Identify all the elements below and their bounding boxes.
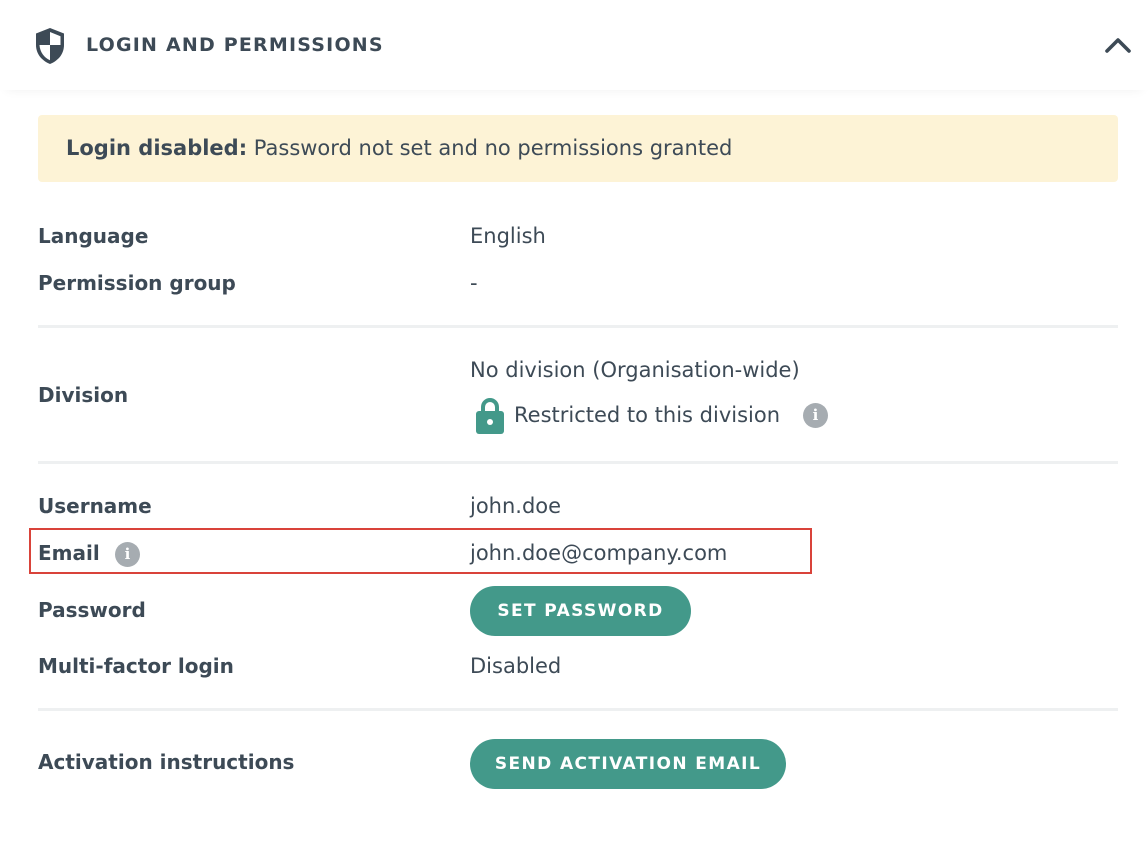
- divider: [38, 325, 1118, 328]
- send-activation-email-button[interactable]: SEND ACTIVATION EMAIL: [470, 739, 786, 789]
- alert-message: Password not set and no permissions gran…: [247, 136, 733, 160]
- email-label: Email: [38, 541, 100, 565]
- username-label: Username: [38, 494, 152, 518]
- division-restriction-text: Restricted to this division: [514, 403, 781, 427]
- info-icon[interactable]: i: [803, 403, 828, 428]
- mfa-value: Disabled: [470, 654, 562, 678]
- mfa-label: Multi-factor login: [38, 654, 234, 678]
- permission-group-value: -: [470, 271, 478, 295]
- chevron-up-icon[interactable]: [1100, 30, 1136, 58]
- activation-label: Activation instructions: [38, 750, 295, 774]
- permission-group-label: Permission group: [38, 271, 236, 295]
- divider: [38, 708, 1118, 711]
- login-disabled-alert: Login disabled: Password not set and no …: [38, 115, 1118, 182]
- set-password-button[interactable]: SET PASSWORD: [470, 586, 691, 636]
- language-label: Language: [38, 224, 149, 248]
- password-label: Password: [38, 598, 146, 622]
- alert-text: Login disabled: Password not set and no …: [66, 135, 732, 161]
- section-header[interactable]: LOGIN AND PERMISSIONS: [0, 0, 1148, 90]
- username-value: john.doe: [470, 494, 562, 518]
- lock-icon: [476, 398, 504, 434]
- language-value: English: [470, 224, 546, 248]
- section-title: LOGIN AND PERMISSIONS: [86, 34, 384, 56]
- shield-icon: [36, 28, 64, 64]
- alert-bold-text: Login disabled:: [66, 136, 248, 160]
- division-label: Division: [38, 383, 129, 407]
- division-value: No division (Organisation-wide): [470, 358, 800, 382]
- email-info-icon[interactable]: i: [115, 542, 140, 567]
- email-value: john.doe@company.com: [470, 541, 728, 565]
- divider: [38, 461, 1118, 464]
